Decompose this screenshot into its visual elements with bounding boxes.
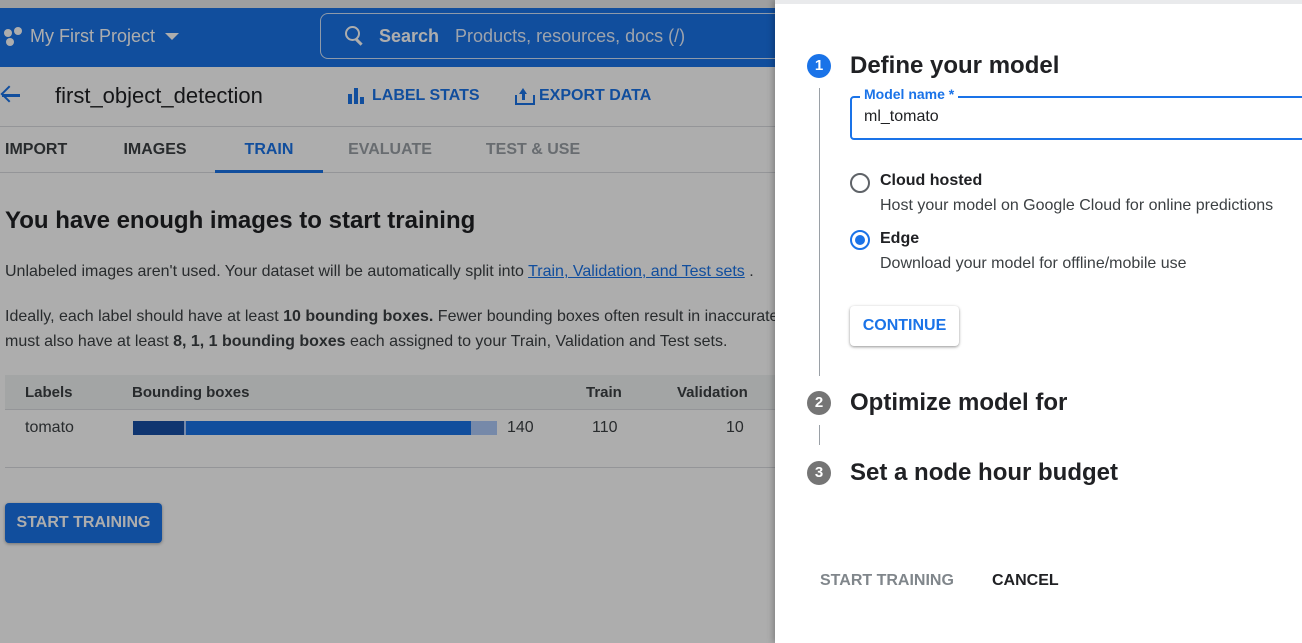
cloud-hosted-title[interactable]: Cloud hosted	[880, 172, 982, 190]
step-3[interactable]: 3 Set a node hour budget	[807, 459, 1118, 487]
panel-start-training-button[interactable]: START TRAINING	[820, 572, 954, 590]
train-model-panel: 1 Define your model Model name * Cloud h…	[775, 0, 1302, 643]
cancel-button[interactable]: CANCEL	[992, 572, 1059, 590]
cloud-hosted-radio[interactable]	[850, 173, 870, 193]
step-3-number: 3	[807, 461, 831, 485]
step-2-number: 2	[807, 391, 831, 415]
step-1-number: 1	[807, 54, 831, 78]
model-name-label: Model name *	[860, 86, 959, 102]
model-name-input[interactable]	[864, 108, 1284, 126]
step-2-title: Optimize model for	[850, 389, 1068, 416]
step-1: 1 Define your model	[807, 52, 1059, 80]
step-2[interactable]: 2 Optimize model for	[807, 389, 1067, 417]
edge-desc: Download your model for offline/mobile u…	[880, 255, 1187, 272]
cloud-hosted-desc: Host your model on Google Cloud for onli…	[880, 197, 1274, 214]
step-connector	[819, 425, 820, 445]
continue-button[interactable]: CONTINUE	[850, 306, 959, 346]
step-1-title: Define your model	[850, 52, 1060, 79]
edge-title[interactable]: Edge	[880, 230, 919, 248]
model-name-field[interactable]: Model name *	[850, 86, 1302, 140]
step-connector	[819, 88, 820, 376]
step-3-title: Set a node hour budget	[850, 459, 1118, 486]
edge-radio[interactable]	[850, 230, 870, 250]
